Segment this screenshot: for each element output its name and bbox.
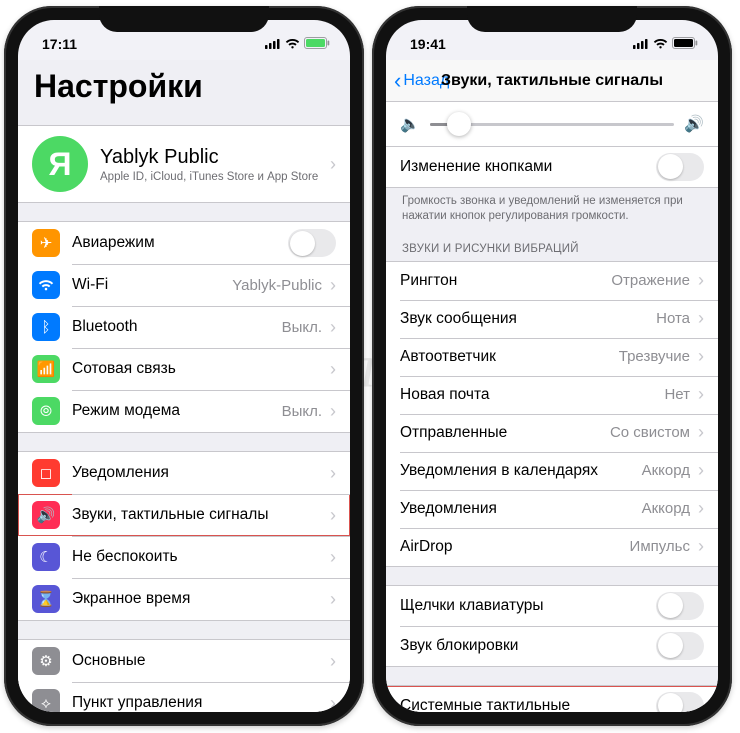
- chevron-left-icon: ‹: [394, 70, 401, 92]
- row-change-with-buttons[interactable]: Изменение кнопками: [386, 147, 718, 187]
- bell-icon: ◻: [32, 459, 60, 487]
- row-wifi[interactable]: Wi-Fi Yablyk-Public ›: [18, 264, 350, 306]
- row-sent-mail[interactable]: ОтправленныеСо свистом›: [386, 414, 718, 452]
- row-system-haptics[interactable]: Системные тактильные: [386, 686, 718, 712]
- chevron-icon: ›: [330, 547, 336, 568]
- gear-icon: ⚙: [32, 647, 60, 675]
- wifi-icon: [653, 36, 668, 52]
- screen-right: 19:41 ‹ Назад Звуки, тактильные сигналы …: [386, 20, 718, 712]
- hourglass-icon: ⌛: [32, 585, 60, 613]
- keyboard-clicks-switch[interactable]: [656, 592, 704, 620]
- chevron-icon: ›: [698, 422, 704, 443]
- row-voicemail[interactable]: АвтоответчикТрезвучие›: [386, 338, 718, 376]
- chevron-icon: ›: [698, 346, 704, 367]
- moon-icon: ☾: [32, 543, 60, 571]
- row-airplane[interactable]: ✈ Авиарежим: [18, 222, 350, 264]
- row-dnd[interactable]: ☾ Не беспокоить ›: [18, 536, 350, 578]
- wifi-icon: [32, 271, 60, 299]
- chevron-icon: ›: [698, 498, 704, 519]
- row-new-mail[interactable]: Новая почтаНет›: [386, 376, 718, 414]
- row-calendar-alerts[interactable]: Уведомления в календаряхАккорд›: [386, 452, 718, 490]
- row-keyboard-clicks[interactable]: Щелчки клавиатуры: [386, 586, 718, 626]
- chevron-icon: ›: [698, 536, 704, 557]
- link-icon: ⦾: [32, 397, 60, 425]
- row-general[interactable]: ⚙ Основные ›: [18, 640, 350, 682]
- row-sounds-haptics[interactable]: 🔊 Звуки, тактильные сигналы ›: [18, 494, 350, 536]
- row-notifications[interactable]: ◻ Уведомления ›: [18, 452, 350, 494]
- chevron-icon: ›: [698, 460, 704, 481]
- notch: [99, 6, 269, 32]
- chevron-icon: ›: [330, 651, 336, 672]
- system-haptics-switch[interactable]: [656, 692, 704, 712]
- row-screentime[interactable]: ⌛ Экранное время ›: [18, 578, 350, 620]
- speaker-low-icon: 🔈: [400, 114, 420, 134]
- page-title: Настройки: [18, 60, 350, 111]
- change-buttons-switch[interactable]: [656, 153, 704, 181]
- chevron-icon: ›: [330, 505, 336, 526]
- row-cellular[interactable]: 📶 Сотовая связь ›: [18, 348, 350, 390]
- airplane-icon: ✈: [32, 229, 60, 257]
- phone-right: 19:41 ‹ Назад Звуки, тактильные сигналы …: [372, 6, 732, 726]
- notch: [467, 6, 637, 32]
- row-bluetooth[interactable]: ᛒ Bluetooth Выкл. ›: [18, 306, 350, 348]
- chevron-icon: ›: [330, 463, 336, 484]
- signal-icon: [265, 36, 281, 52]
- battery-icon: [672, 36, 698, 52]
- row-text-tone[interactable]: Звук сообщенияНота›: [386, 300, 718, 338]
- chevron-icon: ›: [330, 401, 336, 422]
- bluetooth-icon: ᛒ: [32, 313, 60, 341]
- volume-footer: Громкость звонка и уведомлений не изменя…: [386, 188, 718, 227]
- phone-left: 17:11 Настройки Я Yablyk Public Apple: [4, 6, 364, 726]
- avatar: Я: [32, 136, 88, 192]
- sliders-icon: ⟡: [32, 689, 60, 712]
- row-hotspot[interactable]: ⦾ Режим модема Выкл. ›: [18, 390, 350, 432]
- chevron-icon: ›: [330, 359, 336, 380]
- row-reminder-alerts[interactable]: УведомленияАккорд›: [386, 490, 718, 528]
- volume-slider[interactable]: [430, 123, 674, 126]
- row-airdrop[interactable]: AirDropИмпульс›: [386, 528, 718, 566]
- screen-left: 17:11 Настройки Я Yablyk Public Apple: [18, 20, 350, 712]
- volume-slider-row: 🔈 🔊: [386, 102, 718, 146]
- wifi-icon: [285, 36, 300, 52]
- speaker-high-icon: 🔊: [684, 114, 704, 134]
- profile-name: Yablyk Public: [100, 146, 328, 169]
- status-time: 19:41: [410, 36, 446, 52]
- chevron-icon: ›: [330, 275, 336, 296]
- profile-sub: Apple ID, iCloud, iTunes Store и App Sto…: [100, 171, 328, 183]
- chevron-icon: ›: [698, 270, 704, 291]
- chevron-icon: ›: [330, 317, 336, 338]
- row-ringtone[interactable]: РингтонОтражение›: [386, 262, 718, 300]
- chevron-icon: ›: [698, 308, 704, 329]
- battery-icon: [304, 36, 330, 52]
- airplane-switch[interactable]: [288, 229, 336, 257]
- nav-bar: ‹ Назад Звуки, тактильные сигналы: [386, 60, 718, 102]
- chevron-icon: ›: [698, 384, 704, 405]
- sounds-header: ЗВУКИ И РИСУНКИ ВИБРАЦИЙ: [386, 227, 718, 261]
- chevron-icon: ›: [330, 589, 336, 610]
- chevron-icon: ›: [330, 693, 336, 713]
- lock-sound-switch[interactable]: [656, 632, 704, 660]
- signal-icon: [633, 36, 649, 52]
- chevron-icon: ›: [330, 154, 336, 175]
- antenna-icon: 📶: [32, 355, 60, 383]
- status-time: 17:11: [42, 36, 77, 52]
- row-control-center[interactable]: ⟡ Пункт управления ›: [18, 682, 350, 712]
- row-lock-sound[interactable]: Звук блокировки: [386, 626, 718, 666]
- profile-cell[interactable]: Я Yablyk Public Apple ID, iCloud, iTunes…: [18, 126, 350, 202]
- nav-title: Звуки, тактильные сигналы: [441, 72, 663, 90]
- speaker-icon: 🔊: [32, 501, 60, 529]
